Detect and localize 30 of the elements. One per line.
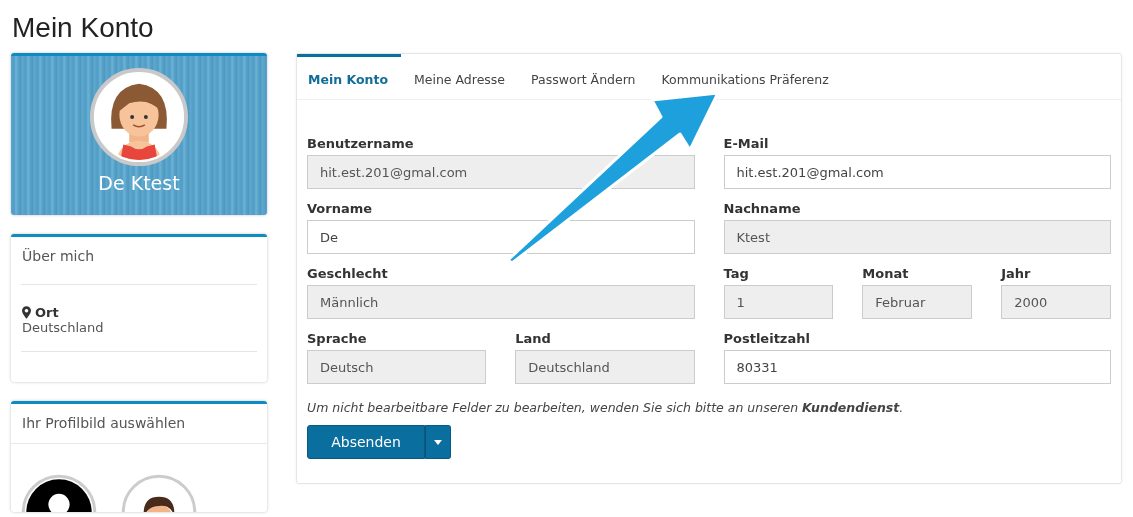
field-label: Jahr	[1001, 266, 1032, 281]
profile-name: De Ktest	[98, 172, 180, 194]
location-label: Ort	[35, 305, 59, 320]
field-label: Geschlecht	[307, 266, 389, 281]
tab[interactable]: Kommunikations Präferenz	[648, 54, 842, 99]
input-field[interactable]: De	[307, 220, 695, 254]
field-label: Vorname	[307, 201, 374, 216]
field-label: Postleitzahl	[723, 331, 811, 346]
caret-icon	[434, 439, 442, 445]
tab[interactable]: Passwort Ändern	[518, 54, 649, 99]
input-field[interactable]: hit.est.201@gmal.com	[723, 155, 1111, 189]
field-label: E-Mail	[723, 136, 770, 151]
tab[interactable]: Mein Konto	[297, 54, 401, 99]
input-field[interactable]: 80331	[723, 350, 1111, 384]
field-label: Nachname	[723, 201, 802, 216]
location-value: Deutschland	[22, 320, 105, 335]
dropdown-button[interactable]	[425, 425, 451, 459]
field-label: Land	[515, 331, 552, 346]
page-title: Mein Konto	[11, 11, 155, 45]
field-label: Tag	[723, 266, 750, 281]
info-note: Um nicht bearbeitbare Felder zu bearbeiten, wenden Sie sich bitte an unseren Kundendienst.	[306, 399, 905, 417]
card-title: Ihr Profilbild auswählen	[11, 404, 267, 444]
card-title: Über mich	[21, 247, 96, 266]
field-label: Sprache	[307, 331, 368, 346]
tab[interactable]: Meine Adresse	[400, 54, 519, 99]
field-label: Benutzername	[307, 136, 415, 151]
field-label: Monat	[862, 266, 910, 281]
submit-button[interactable]: Absenden	[307, 425, 425, 459]
avatar-icon	[90, 68, 188, 166]
map-pin-icon	[22, 306, 31, 319]
